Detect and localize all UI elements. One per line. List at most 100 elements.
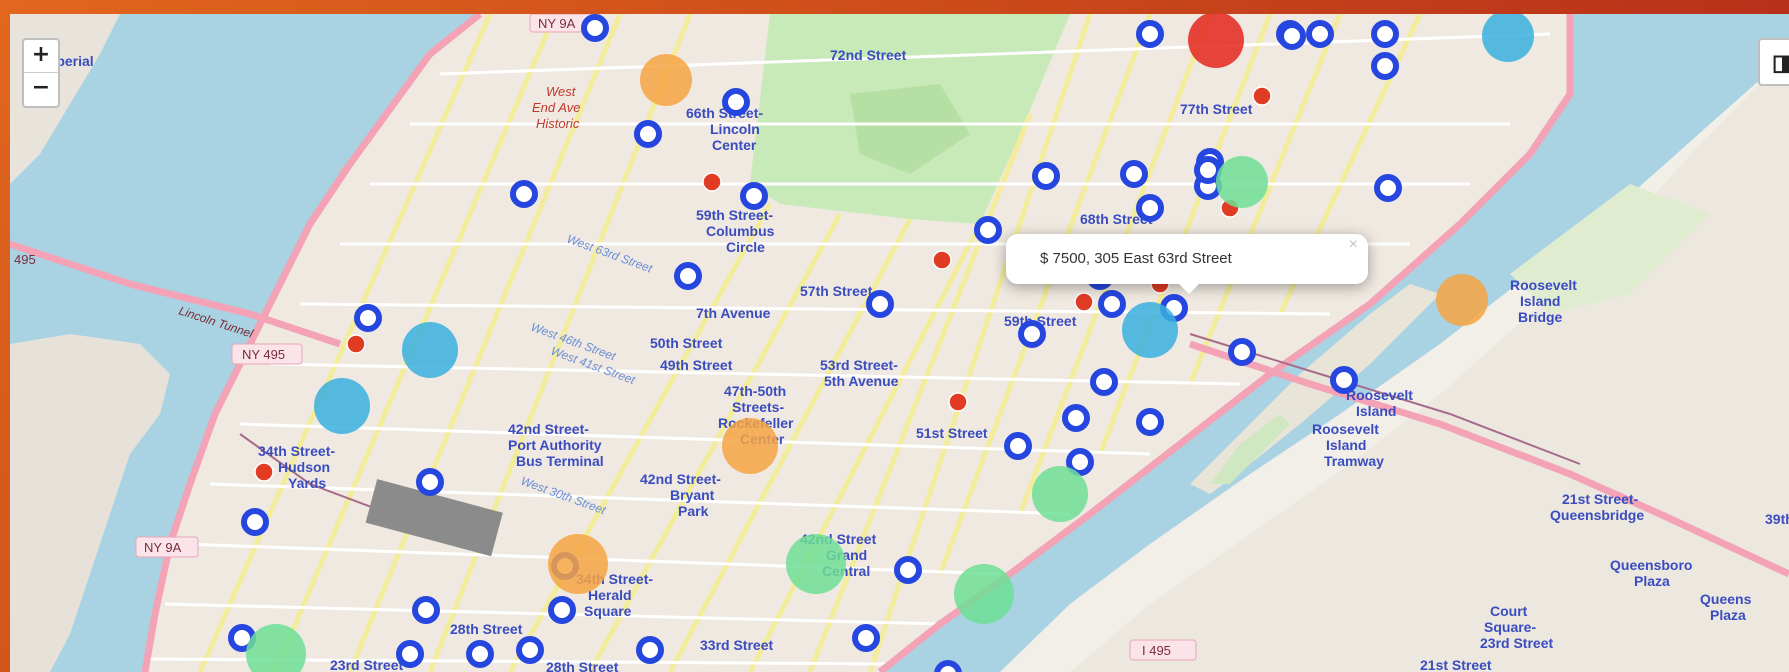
blue-marker[interactable] (1136, 408, 1164, 436)
red-marker[interactable] (1074, 292, 1094, 312)
map-label: 21st Street- (1562, 491, 1639, 507)
map-label: 42nd Street- (508, 421, 589, 437)
blue-marker[interactable] (1062, 404, 1090, 432)
cluster-marker[interactable] (640, 54, 692, 106)
popup-close-button[interactable]: × (1349, 236, 1358, 254)
blue-marker[interactable] (548, 596, 576, 624)
blue-marker[interactable] (1136, 20, 1164, 48)
blue-marker[interactable] (852, 624, 880, 652)
blue-marker[interactable] (396, 640, 424, 668)
cluster-marker[interactable] (402, 322, 458, 378)
blue-marker[interactable] (510, 180, 538, 208)
cluster-marker[interactable] (1216, 156, 1268, 208)
top-banner (0, 0, 1789, 14)
blue-marker[interactable] (581, 14, 609, 42)
popup-text: $ 7500, 305 East 63rd Street (1040, 250, 1232, 267)
zoom-in-button[interactable]: + (24, 40, 58, 73)
cluster-marker[interactable] (786, 534, 846, 594)
map-canvas[interactable]: Imperial 72nd Street 66th Street- Lincol… (10, 14, 1789, 672)
map-label: Island (1356, 403, 1396, 419)
blue-marker[interactable] (1371, 52, 1399, 80)
map-label: 28th Street (450, 621, 523, 637)
red-marker[interactable] (948, 392, 968, 412)
blue-marker[interactable] (1278, 22, 1306, 50)
blue-marker[interactable] (674, 262, 702, 290)
map-label: Herald (588, 587, 632, 603)
map-label: 77th Street (1180, 101, 1253, 117)
blue-marker[interactable] (634, 120, 662, 148)
blue-marker[interactable] (1374, 174, 1402, 202)
map-label: Hudson (278, 459, 330, 475)
cluster-marker[interactable] (1122, 302, 1178, 358)
cluster-marker[interactable] (548, 534, 608, 594)
blue-marker[interactable] (241, 508, 269, 536)
cluster-marker[interactable] (314, 378, 370, 434)
map-tiles[interactable]: Imperial 72nd Street 66th Street- Lincol… (10, 14, 1789, 672)
blue-marker[interactable] (1136, 194, 1164, 222)
blue-marker[interactable] (1120, 160, 1148, 188)
blue-marker[interactable] (894, 556, 922, 584)
blue-marker[interactable] (1004, 432, 1032, 460)
map-label: Tramway (1324, 453, 1384, 469)
map-label: 34th Street- (258, 443, 335, 459)
blue-marker[interactable] (416, 468, 444, 496)
zoom-out-button[interactable]: − (24, 73, 58, 105)
map-label: Lincoln (710, 121, 760, 137)
blue-marker[interactable] (1371, 20, 1399, 48)
red-marker[interactable] (702, 172, 722, 192)
blue-marker[interactable] (412, 596, 440, 624)
red-marker[interactable] (254, 462, 274, 482)
blue-marker[interactable] (722, 88, 750, 116)
map-label: 28th Street (546, 659, 619, 672)
map-label: Plaza (1710, 607, 1746, 623)
popup-tip (1178, 283, 1200, 294)
zoom-control: + − (22, 38, 60, 108)
blue-marker[interactable] (1090, 368, 1118, 396)
blue-marker[interactable] (516, 636, 544, 664)
cluster-marker[interactable] (1188, 14, 1244, 68)
cluster-marker[interactable] (1032, 466, 1088, 522)
cluster-marker[interactable] (1436, 274, 1488, 326)
map-label: 23rd Street (1480, 635, 1553, 651)
red-marker[interactable] (1252, 86, 1272, 106)
blue-marker[interactable] (636, 636, 664, 664)
blue-marker[interactable] (1194, 156, 1222, 184)
map-label: 42nd Street- (640, 471, 721, 487)
blue-marker[interactable] (740, 182, 768, 210)
blue-marker[interactable] (1228, 338, 1256, 366)
map-label: Park (678, 503, 709, 519)
blue-marker[interactable] (1018, 320, 1046, 348)
map-label: Square- (1484, 619, 1536, 635)
map-label: Bridge (1518, 309, 1563, 325)
map-label: Port Authority (508, 437, 602, 453)
map-label: Roosevelt (1312, 421, 1379, 437)
map-label: 5th Avenue (824, 373, 899, 389)
map-label: Circle (726, 239, 765, 255)
map-label: Plaza (1634, 573, 1670, 589)
blue-marker[interactable] (866, 290, 894, 318)
blue-marker[interactable] (974, 216, 1002, 244)
blue-marker[interactable] (466, 640, 494, 668)
cluster-marker[interactable] (954, 564, 1014, 624)
map-label: Yards (288, 475, 326, 491)
map-label: Queens (1700, 591, 1752, 607)
blue-marker[interactable] (1306, 20, 1334, 48)
left-banner (0, 0, 10, 672)
blue-marker[interactable] (934, 660, 962, 672)
blue-marker[interactable] (1330, 366, 1358, 394)
svg-text:NY 495: NY 495 (242, 347, 285, 362)
svg-text:Historic: Historic (536, 116, 580, 131)
blue-marker[interactable] (354, 304, 382, 332)
layers-control[interactable]: ◨ (1758, 38, 1789, 86)
red-marker[interactable] (932, 250, 952, 270)
map-label: 33rd Street (700, 637, 773, 653)
map-label: Bryant (670, 487, 715, 503)
blue-marker[interactable] (1098, 290, 1126, 318)
map-label: Center (712, 137, 757, 153)
map-label: 23rd Street (330, 657, 403, 672)
cluster-marker[interactable] (722, 418, 778, 474)
map-label: 50th Street (650, 335, 723, 351)
map-label: Roosevelt (1346, 387, 1413, 403)
red-marker[interactable] (346, 334, 366, 354)
blue-marker[interactable] (1032, 162, 1060, 190)
